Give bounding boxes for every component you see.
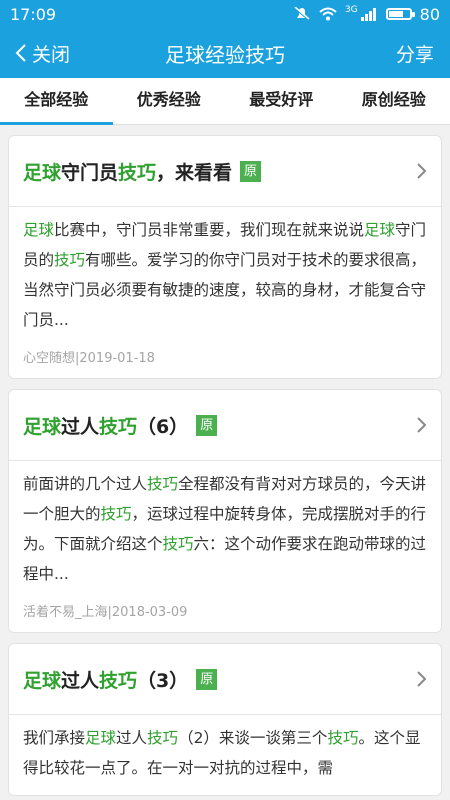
article-body: 足球比赛中，守门员非常重要，我们现在就来说说足球守门员的技巧有哪些。爱学习的你守… xyxy=(9,207,441,378)
article-excerpt: 前面讲的几个过人技巧全程都没有背对对方球员的，今天讲一个胆大的技巧，运球过程中旋… xyxy=(23,469,427,589)
close-label: 关闭 xyxy=(32,43,71,66)
tab-original-experience[interactable]: 原创经验 xyxy=(338,78,450,124)
article-body: 我们承接足球过人技巧（2）来谈一谈第三个技巧。这个显得比较花一点了。在一对一对抗… xyxy=(9,715,441,795)
highlight-keyword: 技巧 xyxy=(327,729,359,747)
chevron-right-icon xyxy=(417,417,427,433)
network-type: 3G xyxy=(344,5,358,15)
original-badge: 原 xyxy=(240,160,262,182)
highlight-keyword: 足球 xyxy=(23,161,62,184)
highlight-keyword: 足球 xyxy=(23,669,62,692)
article-body: 前面讲的几个过人技巧全程都没有背对对方球员的，今天讲一个胆大的技巧，运球过程中旋… xyxy=(9,461,441,632)
chevron-right-icon xyxy=(417,671,427,687)
navigation-bar: 关闭 足球经验技巧 分享 xyxy=(0,28,450,78)
article-card[interactable]: 足球 守门员 技巧 ，来看看原足球比赛中，守门员非常重要，我们现在就来说说足球守门员的… xyxy=(8,135,442,379)
close-button[interactable]: 关闭 xyxy=(14,40,70,67)
status-time: 17:09 xyxy=(10,4,57,24)
highlight-keyword: 技巧 xyxy=(118,161,157,184)
highlight-keyword: 足球 xyxy=(23,221,55,239)
article-meta: 心空随想|2019-01-18 xyxy=(23,351,155,366)
text-segment: （3） xyxy=(137,669,189,692)
text-segment: 过人 xyxy=(61,669,100,692)
article-list: 足球 守门员 技巧 ，来看看原足球比赛中，守门员非常重要，我们现在就来说说足球守门员的… xyxy=(0,135,450,796)
article-title: 足球 守门员 技巧 ，来看看原 xyxy=(23,158,262,185)
text-segment: 我们承接 xyxy=(23,729,86,747)
article-header[interactable]: 足球 守门员 技巧 ，来看看原 xyxy=(9,136,441,207)
highlight-keyword: 技巧 xyxy=(99,415,138,438)
article-title: 足球 过人 技巧 （6） 原 xyxy=(23,412,218,439)
article-excerpt: 我们承接足球过人技巧（2）来谈一谈第三个技巧。这个显得比较花一点了。在一对一对抗… xyxy=(23,723,427,783)
tab-bar: 全部经验 优秀经验 最受好评 原创经验 xyxy=(0,78,450,125)
text-segment: 守门员 xyxy=(61,161,119,184)
highlight-keyword: 技巧 xyxy=(162,535,194,553)
tab-most-praised[interactable]: 最受好评 xyxy=(225,78,338,124)
text-segment: （2）来谈一谈第三个 xyxy=(178,729,328,747)
tab-excellent-experience[interactable]: 优秀经验 xyxy=(113,78,226,124)
article-card[interactable]: 足球 过人 技巧 （3）原我们承接足球过人技巧（2）来谈一谈第三个技巧。这个显得比较花… xyxy=(8,643,442,796)
text-segment: 比赛中，守门员非常重要，我们现在就来说说 xyxy=(54,221,365,239)
signal-icon xyxy=(360,8,376,21)
highlight-keyword: 足球 xyxy=(85,729,117,747)
original-badge: 原 xyxy=(196,414,218,436)
highlight-keyword: 技巧 xyxy=(54,251,86,269)
text-segment: 过人 xyxy=(61,415,100,438)
tab-all-experience[interactable]: 全部经验 xyxy=(0,78,113,125)
article-header[interactable]: 足球 过人 技巧 （6） 原 xyxy=(9,390,441,461)
battery-percent: 80 xyxy=(419,4,440,24)
mute-icon xyxy=(294,7,310,21)
highlight-keyword: 足球 xyxy=(364,221,396,239)
article-title: 足球 过人 技巧 （3） 原 xyxy=(23,666,218,693)
article-excerpt: 足球比赛中，守门员非常重要，我们现在就来说说足球守门员的技巧有哪些。爱学习的你守… xyxy=(23,215,427,335)
chevron-right-icon xyxy=(417,163,427,179)
chevron-left-icon xyxy=(15,44,26,62)
text-segment: 前面讲的几个过人 xyxy=(23,475,148,493)
original-badge: 原 xyxy=(196,668,218,690)
wifi-icon xyxy=(319,7,337,21)
battery-icon xyxy=(385,8,415,20)
share-button[interactable]: 分享 xyxy=(396,40,434,67)
highlight-keyword: 技巧 xyxy=(100,505,132,523)
article-meta: 活着不易_上海|2018-03-09 xyxy=(23,605,188,620)
highlight-keyword: 技巧 xyxy=(147,729,179,747)
highlight-keyword: 技巧 xyxy=(99,669,138,692)
highlight-keyword: 技巧 xyxy=(147,475,179,493)
text-segment: 过人 xyxy=(116,729,148,747)
text-segment: （6） xyxy=(137,415,189,438)
text-segment: ，来看看 xyxy=(156,161,233,184)
article-card[interactable]: 足球 过人 技巧 （6）原前面讲的几个过人技巧全程都没有背对对方球员的，今天讲一个胆大… xyxy=(8,389,442,633)
battery-level xyxy=(388,11,404,17)
highlight-keyword: 足球 xyxy=(23,415,62,438)
article-header[interactable]: 足球 过人 技巧 （3） 原 xyxy=(9,644,441,715)
status-bar: 17:09 3G 80 xyxy=(0,0,450,28)
